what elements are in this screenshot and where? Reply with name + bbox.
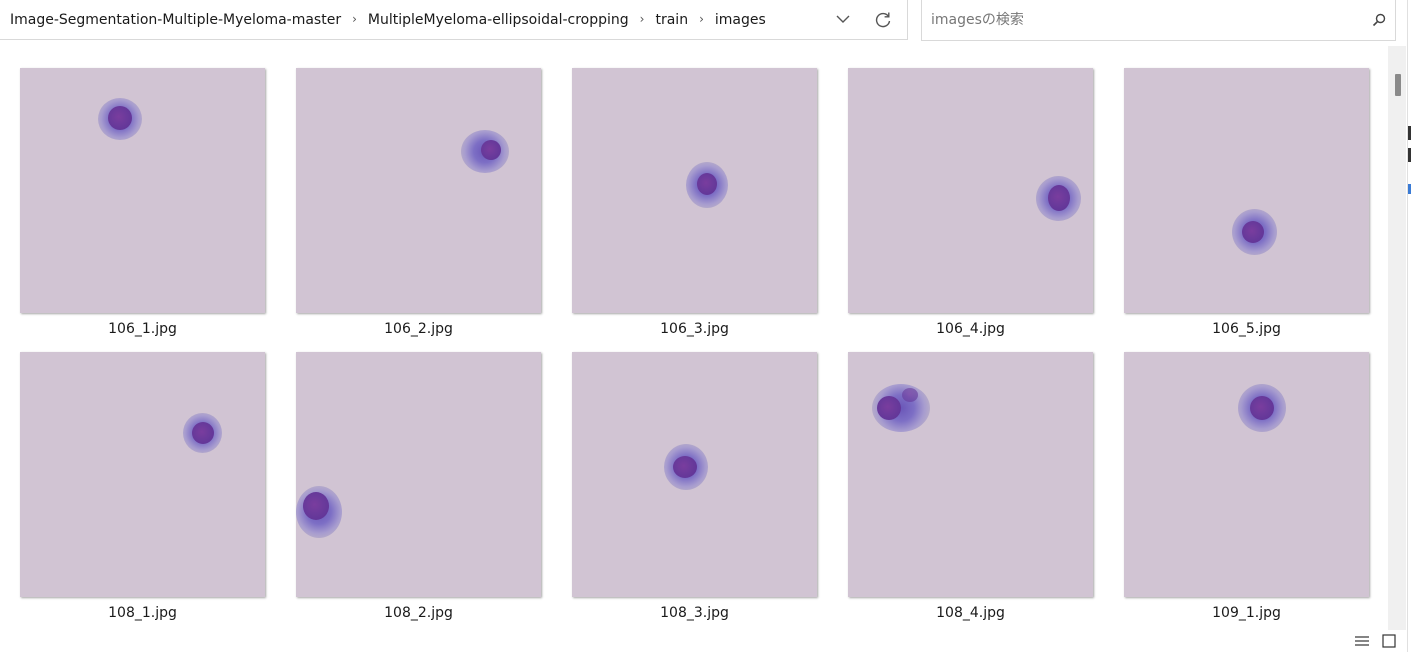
search-input[interactable] bbox=[922, 11, 1363, 29]
chevron-right-icon[interactable]: › bbox=[640, 12, 645, 26]
image-thumbnail bbox=[296, 68, 541, 313]
address-bar[interactable]: Image-Segmentation-Multiple-Myeloma-mast… bbox=[0, 0, 908, 40]
file-name: 108_4.jpg bbox=[936, 605, 1005, 621]
breadcrumb-item-project[interactable]: Image-Segmentation-Multiple-Myeloma-mast… bbox=[10, 12, 341, 28]
refresh-button[interactable] bbox=[863, 0, 903, 40]
large-icons-view-icon bbox=[1382, 634, 1396, 648]
large-icons-view-button[interactable] bbox=[1379, 632, 1399, 650]
file-name: 106_4.jpg bbox=[936, 321, 1005, 337]
image-thumbnail bbox=[20, 352, 265, 597]
cell-image bbox=[1232, 209, 1277, 255]
cell-image bbox=[1238, 384, 1286, 432]
cell-image bbox=[183, 413, 222, 453]
cell-image bbox=[686, 162, 728, 208]
file-name: 106_1.jpg bbox=[108, 321, 177, 337]
file-name: 106_3.jpg bbox=[660, 321, 729, 337]
image-thumbnail bbox=[848, 352, 1093, 597]
breadcrumb-item-dataset[interactable]: MultipleMyeloma-ellipsoidal-cropping bbox=[368, 12, 629, 28]
window-edge bbox=[1407, 0, 1411, 652]
image-thumbnail bbox=[572, 68, 817, 313]
refresh-icon bbox=[875, 12, 891, 27]
file-name: 108_3.jpg bbox=[660, 605, 729, 621]
chevron-down-icon bbox=[836, 15, 850, 23]
image-thumbnail bbox=[848, 68, 1093, 313]
scrollbar-thumb[interactable] bbox=[1395, 74, 1401, 96]
image-thumbnail bbox=[1124, 68, 1369, 313]
chevron-right-icon[interactable]: › bbox=[352, 12, 357, 26]
image-thumbnail bbox=[1124, 352, 1369, 597]
image-thumbnail bbox=[20, 68, 265, 313]
breadcrumb: Image-Segmentation-Multiple-Myeloma-mast… bbox=[0, 0, 823, 39]
search-box bbox=[921, 0, 1396, 41]
address-history-dropdown[interactable] bbox=[823, 0, 863, 40]
image-thumbnail bbox=[296, 352, 541, 597]
chevron-right-icon[interactable]: › bbox=[699, 12, 704, 26]
breadcrumb-item-train[interactable]: train bbox=[655, 12, 688, 28]
vertical-scrollbar[interactable] bbox=[1388, 46, 1406, 630]
cell-image bbox=[1036, 176, 1081, 221]
details-view-button[interactable] bbox=[1352, 632, 1372, 650]
status-bar bbox=[0, 630, 1407, 652]
cell-image bbox=[296, 486, 342, 538]
breadcrumb-item-images[interactable]: images bbox=[715, 12, 766, 28]
cell-image bbox=[98, 98, 142, 140]
file-explorer-window: Image-Segmentation-Multiple-Myeloma-mast… bbox=[0, 0, 1411, 652]
file-name: 109_1.jpg bbox=[1212, 605, 1281, 621]
cell-image bbox=[664, 444, 708, 490]
cell-image bbox=[461, 130, 509, 173]
image-thumbnail bbox=[572, 352, 817, 597]
details-view-icon bbox=[1355, 636, 1369, 646]
file-name: 106_2.jpg bbox=[384, 321, 453, 337]
file-name: 108_1.jpg bbox=[108, 605, 177, 621]
file-list-view: 106_1.jpg 106_2.jpg 106_3.jpg 106_4.jpg … bbox=[0, 41, 1388, 631]
file-name: 108_2.jpg bbox=[384, 605, 453, 621]
search-icon[interactable] bbox=[1363, 0, 1395, 40]
cell-image bbox=[872, 384, 930, 432]
file-name: 106_5.jpg bbox=[1212, 321, 1281, 337]
